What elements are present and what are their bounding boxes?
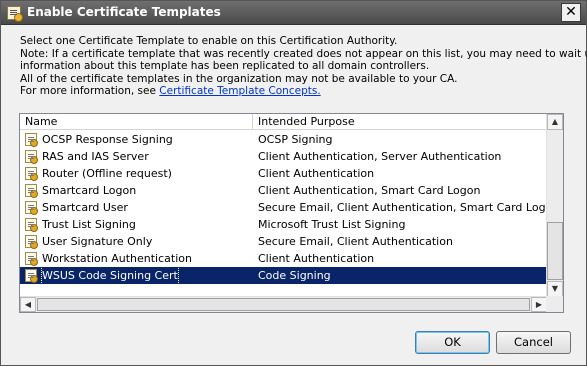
template-name: RAS and IAS Server [42, 150, 149, 163]
intended-purpose: Client Authentication, Server Authentica… [258, 150, 502, 163]
scroll-left-arrow-icon[interactable]: ◀ [20, 297, 36, 312]
description-line-4: All of the certificate templates in the … [20, 72, 458, 85]
intended-purpose: Code Signing [258, 269, 331, 282]
intended-purpose: Secure Email, Client Authentication [258, 235, 453, 248]
template-name: Workstation Authentication [42, 252, 192, 265]
table-row[interactable]: User Signature Only Secure Email, Client … [20, 233, 547, 250]
template-name: Smartcard Logon [42, 184, 137, 197]
list-rows: OCSP Response Signing OCSP Signing RAS and… [20, 130, 547, 298]
template-name: User Signature Only [42, 235, 153, 248]
template-name: Trust List Signing [42, 218, 136, 231]
scroll-up-arrow-icon[interactable]: ▲ [547, 114, 563, 130]
template-list[interactable]: Name Intended Purpose OCSP Response Sign… [19, 113, 564, 313]
table-row[interactable]: Trust List Signing Microsoft Trust List S… [20, 216, 547, 233]
more-info-prefix: For more information, see [20, 85, 160, 97]
template-name: Smartcard User [42, 201, 128, 214]
table-row[interactable]: OCSP Response Signing OCSP Signing [20, 131, 547, 148]
certificate-template-icon [25, 133, 38, 147]
description-text: Select one Certificate Template to enabl… [20, 35, 587, 98]
description-line-3: information about this template has been… [20, 60, 430, 72]
description-line-5: For more information, see Certificate Te… [20, 85, 580, 98]
table-row[interactable]: Smartcard Logon Client Authentication, Sm… [20, 182, 547, 199]
certificate-template-icon [25, 150, 38, 164]
template-name: WSUS Code Signing Cert [41, 266, 179, 285]
certificate-template-icon [25, 184, 38, 198]
horizontal-scroll-thumb[interactable] [37, 298, 530, 311]
certificate-template-concepts-link[interactable]: Certificate Template Concepts. [159, 85, 320, 97]
horizontal-scrollbar[interactable]: ◀ ▶ [20, 296, 547, 312]
window-title: Enable Certificate Templates [27, 5, 221, 19]
cancel-button[interactable]: Cancel [496, 331, 571, 354]
certificate-template-icon [25, 252, 38, 266]
dialog-window: Enable Certificate Templates ✕ Select on… [0, 0, 587, 366]
vertical-scroll-thumb[interactable] [547, 222, 563, 280]
certificate-template-icon [25, 201, 38, 215]
description-line-1: Select one Certificate Template to enabl… [20, 35, 398, 47]
certificate-template-icon [25, 167, 38, 181]
intended-purpose: Secure Email, Client Authentication, Sma… [258, 201, 547, 214]
intended-purpose: Client Authentication, Smart Card Logon [258, 184, 481, 197]
title-bar[interactable]: Enable Certificate Templates ✕ [1, 1, 586, 25]
table-row[interactable]: Smartcard User Secure Email, Client Authe… [20, 199, 547, 216]
certificate-template-icon [25, 269, 38, 283]
certificate-template-icon [25, 235, 38, 249]
table-row[interactable]: Workstation Authentication Client Authent… [20, 250, 547, 267]
column-header-intended-purpose[interactable]: Intended Purpose [253, 114, 547, 130]
ok-button[interactable]: OK [415, 331, 490, 354]
intended-purpose: Client Authentication [258, 252, 375, 265]
intended-purpose: Client Authentication [258, 167, 375, 180]
template-name: Router (Offline request) [42, 167, 172, 180]
table-row[interactable]: WSUS Code Signing Cert Code Signing [20, 266, 547, 285]
intended-purpose: Microsoft Trust List Signing [258, 218, 406, 231]
description-line-2: Note: If a certificate template that was… [20, 47, 587, 60]
vertical-scrollbar[interactable]: ▲ ▼ [546, 114, 563, 297]
scroll-down-arrow-icon[interactable]: ▼ [547, 281, 563, 297]
template-name: OCSP Response Signing [42, 133, 173, 146]
column-header-name[interactable]: Name [20, 114, 253, 130]
scrollbar-corner [546, 296, 563, 312]
list-header: Name Intended Purpose [20, 114, 547, 130]
intended-purpose: OCSP Signing [258, 133, 333, 146]
table-row[interactable]: RAS and IAS Server Client Authentication,… [20, 148, 547, 165]
certificate-icon [7, 6, 23, 22]
close-button[interactable]: ✕ [561, 3, 581, 22]
certificate-template-icon [25, 218, 38, 232]
table-row[interactable]: Router (Offline request) Client Authentic… [20, 165, 547, 182]
scroll-right-arrow-icon[interactable]: ▶ [531, 297, 547, 312]
